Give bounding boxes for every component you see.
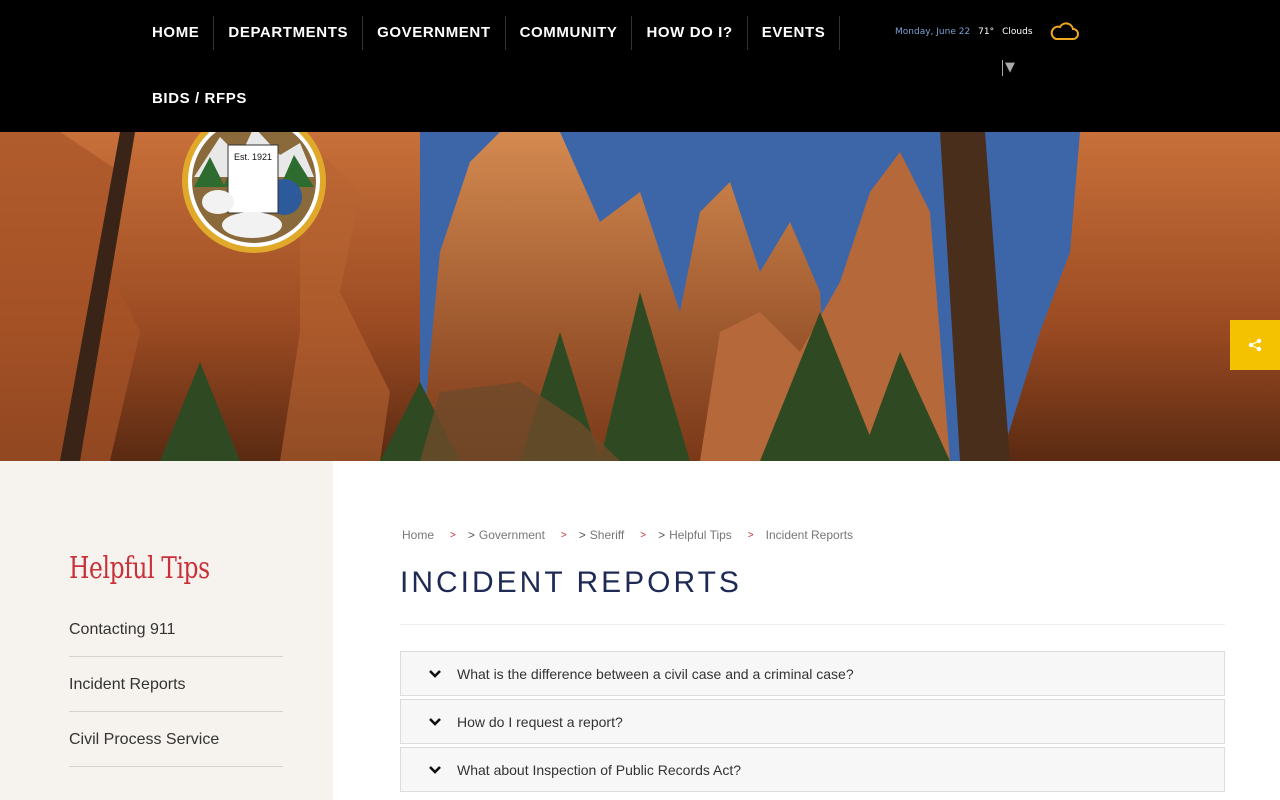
faq-question: What is the difference between a civil c… — [457, 665, 854, 682]
nav-events[interactable]: EVENTS — [748, 16, 841, 50]
county-seal-logo: Est. 1921 — [182, 132, 326, 253]
breadcrumb-caret: > — [467, 528, 475, 542]
breadcrumb-government[interactable]: Government — [479, 528, 545, 542]
nav-departments[interactable]: DEPARTMENTS — [214, 16, 364, 50]
faq-item[interactable]: How do I request a report? — [400, 699, 1225, 744]
sidebar-item-contacting-911[interactable]: Contacting 911 — [69, 602, 283, 657]
share-button[interactable] — [1230, 320, 1280, 370]
breadcrumb: Home > > Government > > Sheriff > > Help… — [402, 528, 853, 542]
sidebar-title: Helpful Tips — [69, 551, 210, 586]
weather-date: Monday, June 22 — [895, 27, 971, 37]
faq-question: What about Inspection of Public Records … — [457, 761, 742, 778]
faq-item[interactable]: What is the difference between a civil c… — [400, 651, 1225, 696]
language-dropdown[interactable]: ▼ — [1002, 60, 1015, 76]
seal-est-text: Est. 1921 — [234, 152, 272, 162]
weather-widget: Monday, June 22 71° Clouds — [895, 22, 1079, 42]
sidebar: Helpful Tips Contacting 911 Incident Rep… — [0, 461, 333, 800]
breadcrumb-home[interactable]: Home — [402, 528, 434, 542]
sidebar-list: Contacting 911 Incident Reports Civil Pr… — [69, 602, 283, 767]
chevron-down-icon — [429, 717, 441, 726]
weather-temp: 71° — [978, 27, 995, 37]
top-navigation-bar: HOME DEPARTMENTS GOVERNMENT COMMUNITY HO… — [0, 0, 1280, 132]
breadcrumb-separator: > — [450, 529, 456, 541]
faq-accordion: What is the difference between a civil c… — [400, 651, 1225, 795]
share-icon — [1248, 338, 1262, 352]
weather-condition: Clouds — [1002, 27, 1033, 37]
chevron-down-icon — [429, 765, 441, 774]
page-title: INCIDENT REPORTS — [400, 566, 742, 599]
main-nav: HOME DEPARTMENTS GOVERNMENT COMMUNITY HO… — [138, 16, 878, 50]
title-divider — [400, 624, 1225, 625]
breadcrumb-caret: > — [658, 528, 666, 542]
nav-home[interactable]: HOME — [138, 16, 215, 50]
hero-banner: Est. 1921 — [0, 132, 1280, 461]
nav-community[interactable]: COMMUNITY — [506, 16, 633, 50]
faq-item[interactable]: What about Inspection of Public Records … — [400, 747, 1225, 792]
breadcrumb-separator: > — [640, 529, 647, 541]
sidebar-item-incident-reports[interactable]: Incident Reports — [69, 657, 283, 712]
chevron-down-icon — [429, 669, 441, 678]
main-nav-row2: BIDS / RFPS — [138, 82, 261, 116]
breadcrumb-caret: > — [578, 528, 586, 542]
breadcrumb-current: Incident Reports — [765, 528, 854, 542]
breadcrumb-sheriff[interactable]: Sheriff — [590, 528, 624, 542]
breadcrumb-helpful-tips[interactable]: Helpful Tips — [669, 528, 732, 542]
sidebar-item-civil-process-service[interactable]: Civil Process Service — [69, 712, 283, 767]
nav-how-do-i[interactable]: HOW DO I? — [632, 16, 748, 50]
nav-government[interactable]: GOVERNMENT — [363, 16, 506, 50]
breadcrumb-separator: > — [747, 529, 754, 541]
faq-question: How do I request a report? — [457, 713, 623, 730]
breadcrumb-separator: > — [560, 529, 567, 541]
cloud-icon — [1050, 22, 1079, 40]
nav-bids-rfps[interactable]: BIDS / RFPS — [138, 82, 261, 116]
